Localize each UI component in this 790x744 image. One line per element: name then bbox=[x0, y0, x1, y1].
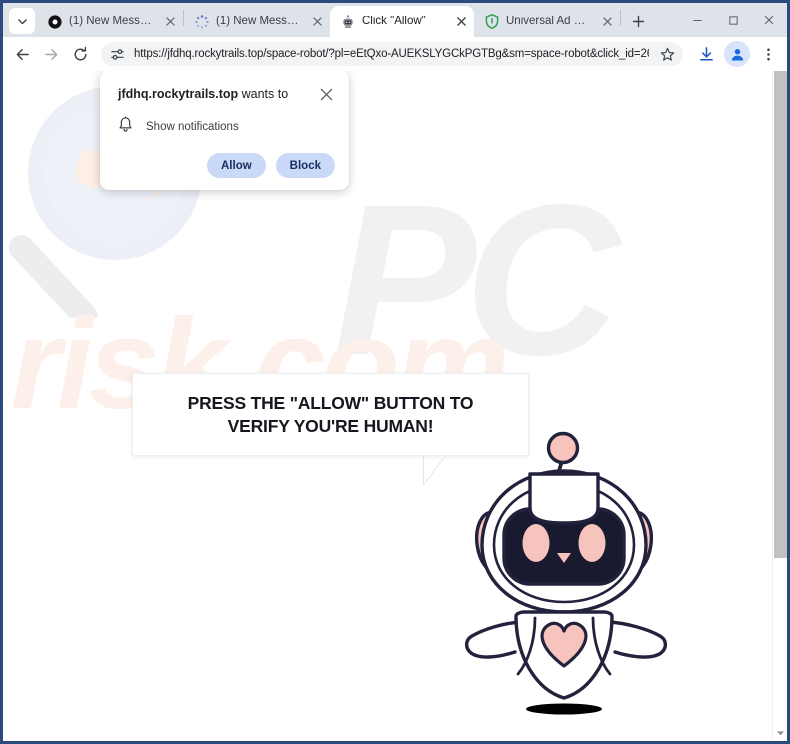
plus-icon bbox=[632, 15, 644, 27]
block-button[interactable]: Block bbox=[275, 153, 335, 178]
dialog-origin: jfdhq.rockytrails.top bbox=[118, 87, 239, 101]
back-button[interactable] bbox=[9, 41, 36, 68]
tab-new-message-2[interactable]: (1) New Message! bbox=[184, 6, 330, 37]
green-shield-icon bbox=[484, 14, 499, 29]
permission-request-label: Show notifications bbox=[146, 121, 239, 133]
dialog-title-suffix: wants to bbox=[238, 87, 289, 101]
minimize-button[interactable] bbox=[679, 5, 715, 36]
three-dot-menu-icon bbox=[766, 48, 770, 60]
reload-button[interactable] bbox=[67, 41, 94, 68]
browser-window: (1) New Message! (1) New Message! Click … bbox=[0, 0, 790, 744]
watermark-pc-text: PC bbox=[333, 159, 620, 400]
bookmark-star-button[interactable] bbox=[657, 44, 677, 64]
new-tab-button[interactable] bbox=[625, 8, 651, 34]
tab-search-button[interactable] bbox=[9, 8, 35, 34]
speech-bubble-tail bbox=[423, 455, 446, 487]
address-bar[interactable]: https://jfdhq.rockytrails.top/space-robo… bbox=[101, 42, 683, 66]
dark-circle-favicon bbox=[47, 14, 62, 29]
close-icon bbox=[603, 17, 612, 26]
download-icon bbox=[699, 46, 713, 61]
permission-request-row: Show notifications bbox=[118, 116, 335, 138]
tab-label: (1) New Message! bbox=[69, 15, 155, 27]
tab-close-button[interactable] bbox=[599, 13, 616, 30]
chevron-down-icon bbox=[17, 18, 27, 24]
reload-icon bbox=[74, 46, 87, 60]
page-scrollbar[interactable] bbox=[772, 71, 787, 741]
forward-button[interactable] bbox=[38, 41, 65, 68]
arrow-left-icon bbox=[16, 48, 29, 60]
url-text: https://jfdhq.rockytrails.top/space-robo… bbox=[134, 48, 649, 60]
vertical-scrollbar-thumb[interactable] bbox=[774, 71, 787, 558]
maximize-icon bbox=[728, 15, 738, 25]
browser-toolbar: https://jfdhq.rockytrails.top/space-robo… bbox=[3, 37, 787, 71]
profile-button[interactable] bbox=[724, 41, 750, 67]
tab-label: (1) New Message! bbox=[216, 15, 302, 27]
downloads-button[interactable] bbox=[693, 41, 719, 67]
scrollbar-down-arrow[interactable] bbox=[773, 726, 787, 740]
dialog-actions: Allow Block bbox=[118, 153, 335, 178]
bell-icon bbox=[118, 116, 133, 138]
page-viewport: PC risk.com PRESS THE "ALLOW" BUTTON TO … bbox=[3, 71, 787, 741]
dialog-title: jfdhq.rockytrails.top wants to bbox=[118, 86, 288, 102]
tab-close-button[interactable] bbox=[162, 13, 179, 30]
tune-settings-icon[interactable] bbox=[108, 45, 126, 63]
tab-strip: (1) New Message! (1) New Message! Click … bbox=[3, 3, 787, 37]
close-window-button[interactable] bbox=[751, 5, 787, 36]
star-outline-icon bbox=[660, 47, 674, 61]
tab-close-button[interactable] bbox=[309, 13, 326, 30]
maximize-button[interactable] bbox=[715, 5, 751, 36]
allow-button[interactable]: Allow bbox=[207, 153, 266, 178]
loading-spinner-icon bbox=[194, 14, 209, 29]
speech-bubble-text: PRESS THE "ALLOW" BUTTON TO VERIFY YOU'R… bbox=[187, 393, 474, 436]
chrome-menu-button[interactable] bbox=[755, 41, 781, 67]
close-icon bbox=[166, 17, 175, 26]
tab-label: Universal Ad Blocker bbox=[506, 15, 592, 27]
tab-click-allow[interactable]: Click "Allow" bbox=[330, 6, 474, 37]
close-icon bbox=[313, 17, 322, 26]
tab-new-message-1[interactable]: (1) New Message! bbox=[37, 6, 183, 37]
close-icon bbox=[457, 17, 466, 26]
tab-divider bbox=[620, 10, 621, 26]
minimize-icon bbox=[692, 19, 702, 21]
tab-close-button[interactable] bbox=[453, 13, 470, 30]
space-robot-illustration bbox=[464, 431, 668, 715]
person-icon bbox=[731, 48, 743, 60]
close-icon bbox=[764, 15, 774, 25]
dialog-header: jfdhq.rockytrails.top wants to bbox=[118, 86, 335, 103]
tab-label: Click "Allow" bbox=[362, 15, 426, 27]
chevron-down-icon bbox=[777, 730, 784, 735]
robot-favicon bbox=[340, 14, 355, 29]
arrow-right-icon bbox=[45, 48, 58, 60]
close-icon bbox=[320, 88, 332, 100]
window-controls bbox=[679, 3, 787, 37]
notification-permission-dialog: jfdhq.rockytrails.top wants to Show noti… bbox=[100, 71, 349, 190]
dialog-close-button[interactable] bbox=[317, 85, 335, 103]
tab-universal-ad-blocker[interactable]: Universal Ad Blocker bbox=[474, 6, 620, 37]
